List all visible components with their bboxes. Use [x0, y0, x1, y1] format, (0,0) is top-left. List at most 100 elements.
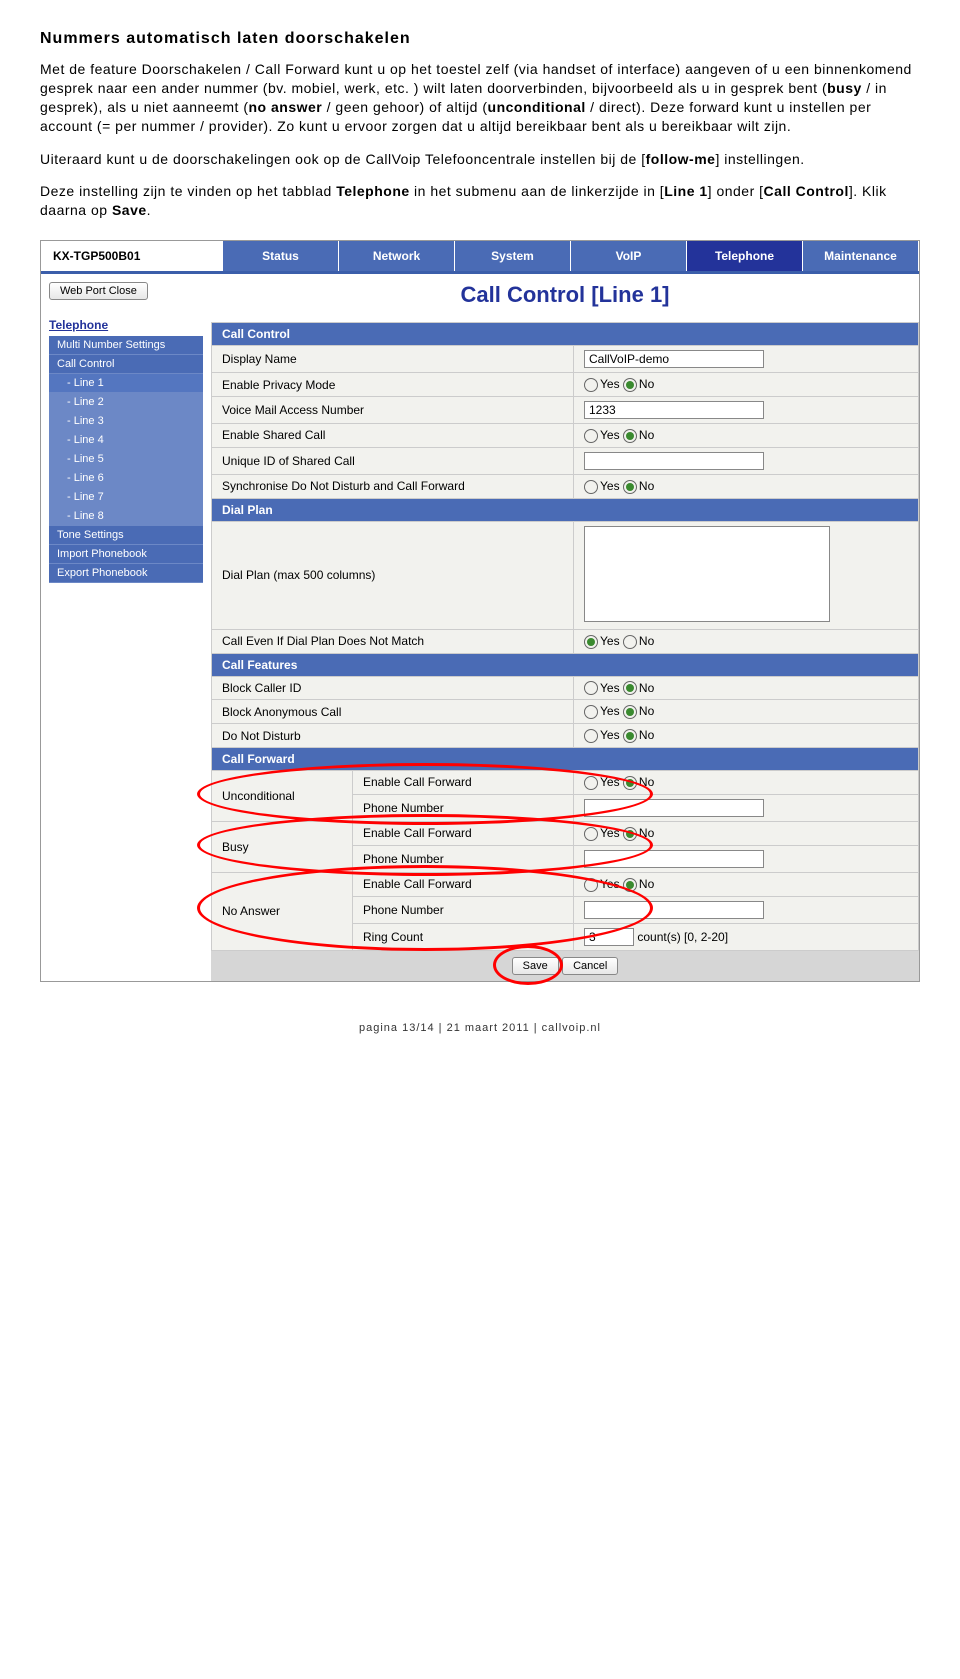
p2c: ] instellingen.: [715, 151, 804, 167]
sidebar-item-import[interactable]: Import Phonebook: [49, 545, 203, 564]
dnd-yes-radio[interactable]: [584, 729, 598, 743]
label-phone-busy: Phone Number: [353, 845, 574, 872]
dnd-options: Yes No: [574, 724, 919, 748]
sidebar-line-6[interactable]: - Line 6: [49, 469, 203, 488]
no-label: No: [639, 479, 654, 493]
display-name-input[interactable]: [584, 350, 764, 368]
sync-no-radio[interactable]: [623, 480, 637, 494]
call-even-options: Yes No: [574, 629, 919, 653]
label-unconditional: Unconditional: [212, 771, 353, 822]
p1b: busy: [827, 80, 862, 96]
privacy-yes-radio[interactable]: [584, 378, 598, 392]
yes-label: Yes: [600, 428, 620, 442]
label-vm-access: Voice Mail Access Number: [212, 397, 574, 424]
noanswer-enable-options: Yes No: [574, 872, 919, 896]
tab-maintenance[interactable]: Maintenance: [803, 241, 919, 271]
label-dnd: Do Not Disturb: [212, 724, 574, 748]
shared-no-radio[interactable]: [623, 429, 637, 443]
label-no-answer: No Answer: [212, 872, 353, 950]
unique-id-input[interactable]: [584, 452, 764, 470]
block-cid-yes-radio[interactable]: [584, 681, 598, 695]
sidebar-line-3[interactable]: - Line 3: [49, 412, 203, 431]
page-title: Call Control [Line 1]: [211, 274, 919, 322]
vm-access-input[interactable]: [584, 401, 764, 419]
p3h: Save: [112, 202, 147, 218]
no-label: No: [639, 377, 654, 391]
no-label: No: [639, 728, 654, 742]
main-content: Call Control [Line 1] Call Control Displ…: [211, 274, 919, 980]
p1e: / geen gehoor) of altijd (: [322, 99, 487, 115]
no-label: No: [639, 704, 654, 718]
p3d: Line 1: [664, 183, 707, 199]
call-even-yes-radio[interactable]: [584, 635, 598, 649]
p2a: Uiteraard kunt u de doorschakelingen ook…: [40, 151, 646, 167]
shared-call-options: Yes No: [574, 424, 919, 448]
label-enable-cf-uncond: Enable Call Forward: [353, 771, 574, 795]
noanswer-yes-radio[interactable]: [584, 878, 598, 892]
yes-label: Yes: [600, 377, 620, 391]
no-label: No: [639, 681, 654, 695]
sidebar-line-7[interactable]: - Line 7: [49, 488, 203, 507]
p1f: unconditional: [488, 99, 586, 115]
privacy-no-radio[interactable]: [623, 378, 637, 392]
busy-no-radio[interactable]: [623, 827, 637, 841]
uncond-enable-options: Yes No: [574, 771, 919, 795]
page-footer: pagina 13/14 | 21 maart 2011 | callvoip.…: [40, 1022, 920, 1034]
device-model: KX-TGP500B01: [41, 249, 223, 263]
noanswer-phone-input[interactable]: [584, 901, 764, 919]
sidebar-item-tone[interactable]: Tone Settings: [49, 526, 203, 545]
web-port-close-button[interactable]: Web Port Close: [49, 282, 148, 300]
tab-network[interactable]: Network: [339, 241, 455, 271]
save-button[interactable]: Save: [512, 957, 559, 975]
tab-status[interactable]: Status: [223, 241, 339, 271]
label-phone-uncond: Phone Number: [353, 794, 574, 821]
sidebar-line-5[interactable]: - Line 5: [49, 450, 203, 469]
no-label: No: [639, 428, 654, 442]
p3i: .: [147, 202, 151, 218]
uncond-phone-input[interactable]: [584, 799, 764, 817]
app-window: KX-TGP500B01 Status Network System VoIP …: [40, 240, 920, 981]
p2b: follow-me: [646, 151, 716, 167]
no-label: No: [639, 877, 654, 891]
sidebar-item-multi-number[interactable]: Multi Number Settings: [49, 336, 203, 355]
busy-phone-input[interactable]: [584, 850, 764, 868]
label-shared-call: Enable Shared Call: [212, 424, 574, 448]
sidebar-item-call-control[interactable]: Call Control: [49, 355, 203, 374]
ring-count-input[interactable]: [584, 928, 634, 946]
p3b: Telephone: [336, 183, 409, 199]
sidebar-line-2[interactable]: - Line 2: [49, 393, 203, 412]
shared-yes-radio[interactable]: [584, 429, 598, 443]
doc-paragraph-3: Deze instelling zijn te vinden op het ta…: [40, 182, 920, 220]
dial-plan-textarea[interactable]: [584, 526, 830, 622]
sidebar-title: Telephone: [49, 318, 203, 332]
yes-label: Yes: [600, 877, 620, 891]
uncond-no-radio[interactable]: [623, 776, 637, 790]
block-cid-options: Yes No: [574, 676, 919, 700]
noanswer-no-radio[interactable]: [623, 878, 637, 892]
block-anon-yes-radio[interactable]: [584, 705, 598, 719]
block-anon-no-radio[interactable]: [623, 705, 637, 719]
sync-yes-radio[interactable]: [584, 480, 598, 494]
doc-paragraph-1: Met de feature Doorschakelen / Call Forw…: [40, 60, 920, 136]
sidebar-item-export[interactable]: Export Phonebook: [49, 564, 203, 583]
yes-label: Yes: [600, 634, 620, 648]
cancel-button[interactable]: Cancel: [562, 957, 618, 975]
yes-label: Yes: [600, 681, 620, 695]
dnd-no-radio[interactable]: [623, 729, 637, 743]
busy-yes-radio[interactable]: [584, 827, 598, 841]
no-label: No: [639, 826, 654, 840]
sidebar-line-4[interactable]: - Line 4: [49, 431, 203, 450]
tab-system[interactable]: System: [455, 241, 571, 271]
sidebar-line-1[interactable]: - Line 1: [49, 374, 203, 393]
call-even-no-radio[interactable]: [623, 635, 637, 649]
sidebar-line-8[interactable]: - Line 8: [49, 507, 203, 526]
label-sync-dnd: Synchronise Do Not Disturb and Call Forw…: [212, 474, 574, 498]
tab-voip[interactable]: VoIP: [571, 241, 687, 271]
tab-telephone[interactable]: Telephone: [687, 241, 803, 271]
yes-label: Yes: [600, 704, 620, 718]
label-block-cid: Block Caller ID: [212, 676, 574, 700]
block-cid-no-radio[interactable]: [623, 681, 637, 695]
uncond-yes-radio[interactable]: [584, 776, 598, 790]
privacy-options: Yes No: [574, 373, 919, 397]
ring-count-hint: count(s) [0, 2-20]: [637, 930, 728, 944]
